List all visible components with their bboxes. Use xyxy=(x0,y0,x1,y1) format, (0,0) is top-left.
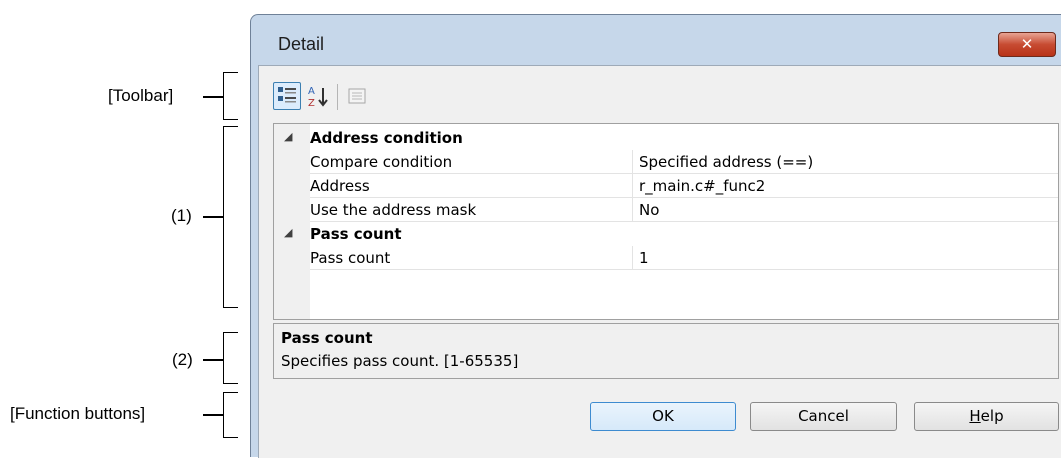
bracket-toolbar xyxy=(223,72,238,120)
sort-alphabetical-icon: A Z xyxy=(308,86,328,109)
property-value[interactable]: No xyxy=(639,201,659,219)
grid-line xyxy=(310,269,1058,270)
property-row[interactable]: Address r_main.c#_func2 xyxy=(274,174,1058,198)
help-button-label: Help xyxy=(969,407,1004,425)
categorized-view-icon xyxy=(278,87,296,103)
property-name: Address xyxy=(310,177,370,195)
svg-text:A: A xyxy=(308,86,315,97)
category-label: Address condition xyxy=(310,129,463,147)
annotation-area-1: (1) xyxy=(171,206,192,225)
cancel-button[interactable]: Cancel xyxy=(750,402,897,431)
collapse-triangle-icon[interactable]: ◢ xyxy=(284,130,292,143)
tick-area-2 xyxy=(203,359,223,361)
sort-alphabetical-button[interactable]: A Z xyxy=(305,82,333,110)
category-row-address-condition[interactable]: ◢ Address condition xyxy=(274,126,1058,150)
detail-dialog: Detail ✕ A Z ◢ Address condition Compare… xyxy=(250,14,1061,458)
category-label: Pass count xyxy=(310,225,402,243)
annotation-function-buttons: [Function buttons] xyxy=(10,404,146,423)
svg-text:Z: Z xyxy=(308,98,315,109)
property-name: Use the address mask xyxy=(310,201,477,219)
property-row[interactable]: Compare condition Specified address (==) xyxy=(274,150,1058,174)
ok-button[interactable]: OK xyxy=(590,402,736,431)
tick-function-buttons xyxy=(203,414,223,416)
annotation-toolbar: [Toolbar] xyxy=(108,86,174,105)
dialog-client-area: A Z ◢ Address condition Compare conditio… xyxy=(258,65,1061,458)
tick-area-1 xyxy=(203,216,223,218)
property-name: Pass count xyxy=(310,249,391,267)
collapse-triangle-icon[interactable]: ◢ xyxy=(284,226,292,239)
bracket-area-1 xyxy=(223,126,238,308)
bracket-function-buttons xyxy=(223,392,238,438)
property-pages-button[interactable] xyxy=(343,82,371,110)
category-row-pass-count[interactable]: ◢ Pass count xyxy=(274,222,1058,246)
property-value[interactable]: r_main.c#_func2 xyxy=(639,177,765,195)
bracket-area-2 xyxy=(223,332,238,384)
annotation-area-2: (2) xyxy=(172,350,193,369)
property-pages-icon xyxy=(348,88,366,104)
tick-toolbar xyxy=(203,96,223,98)
grid-column-divider xyxy=(632,246,633,270)
property-value[interactable]: Specified address (==) xyxy=(639,153,813,171)
property-name: Compare condition xyxy=(310,153,453,171)
dialog-title: Detail xyxy=(278,34,325,54)
categorized-view-button[interactable] xyxy=(273,82,301,110)
property-grid[interactable]: ◢ Address condition Compare condition Sp… xyxy=(273,123,1059,320)
grid-column-divider xyxy=(632,150,633,222)
description-panel: Pass count Specifies pass count. [1-6553… xyxy=(273,323,1059,379)
property-row[interactable]: Use the address mask No xyxy=(274,198,1058,222)
close-icon: ✕ xyxy=(1020,35,1034,53)
help-button[interactable]: Help xyxy=(914,402,1059,431)
property-value[interactable]: 1 xyxy=(639,249,649,267)
description-text: Specifies pass count. [1-65535] xyxy=(281,352,519,370)
toolbar-separator xyxy=(337,84,338,110)
description-title: Pass count xyxy=(281,329,373,347)
property-row[interactable]: Pass count 1 xyxy=(274,246,1058,270)
close-button[interactable]: ✕ xyxy=(998,32,1056,57)
